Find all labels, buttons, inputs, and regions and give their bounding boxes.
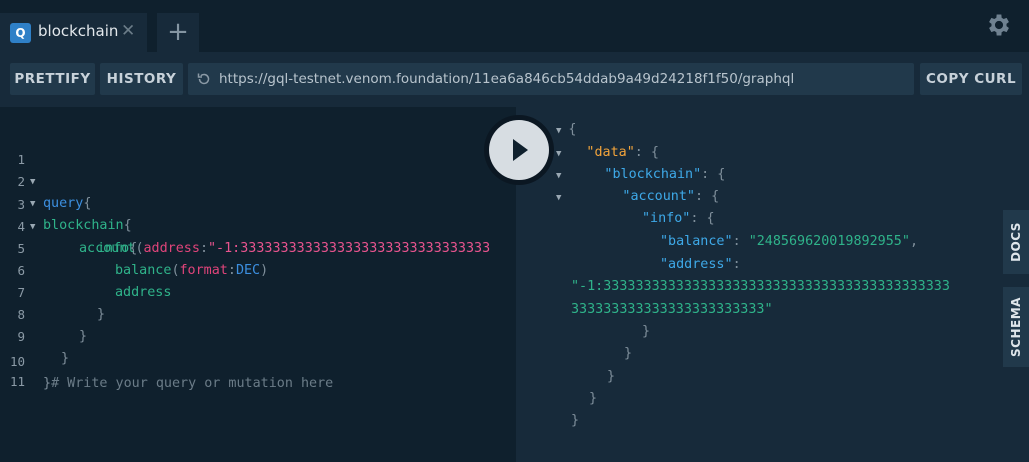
- code-line: 5 balance(format:DEC): [0, 216, 516, 278]
- play-icon: [513, 139, 528, 161]
- code-line: 2 ▼ blockchain{: [0, 149, 516, 233]
- result-line: ▼{: [556, 122, 577, 137]
- query-badge-icon: Q: [10, 23, 31, 43]
- result-line: }: [571, 413, 580, 428]
- result-line: 333333333333333333333333": [571, 299, 773, 321]
- result-viewer: ▼{ ▼ "data": { ▼ "blockchain": { ▼ "account…: [516, 107, 1029, 462]
- prettify-button[interactable]: PRETTIFY: [10, 63, 95, 95]
- tab-title: blockchain: [38, 22, 119, 40]
- key-data: "data": [586, 145, 635, 160]
- code-line: 1 ▼ query{: [0, 127, 516, 211]
- result-line: }: [589, 391, 598, 406]
- key-address: "address": [660, 257, 733, 272]
- fold-arrow-icon[interactable]: ▼: [556, 126, 561, 136]
- result-line: }: [642, 324, 651, 339]
- gear-icon[interactable]: [985, 11, 1013, 39]
- tab-blockchain[interactable]: Q blockchain ✕: [0, 13, 147, 52]
- key-info: "info": [642, 211, 691, 226]
- tab-bar: Q blockchain ✕ +: [0, 0, 1029, 52]
- close-icon[interactable]: ✕: [121, 21, 135, 41]
- endpoint-url: https://gql-testnet.venom.foundation/11e…: [219, 71, 795, 87]
- schema-tab[interactable]: SCHEMA: [1003, 287, 1029, 367]
- fold-arrow-icon[interactable]: ▼: [556, 149, 561, 159]
- schema-label: SCHEMA: [1009, 297, 1023, 357]
- execute-button-face: [489, 120, 549, 180]
- fold-arrow-icon[interactable]: ▼: [556, 171, 561, 181]
- balance-value: "248569620019892955": [748, 234, 910, 249]
- result-line: ▼ "data": {: [556, 145, 659, 160]
- result-line: "address":: [660, 257, 741, 272]
- fold-arrow-icon[interactable]: ▼: [556, 193, 561, 203]
- address-value-part1: "-1:333333333333333333333333333333333333…: [571, 279, 950, 294]
- result-line: "balance": "248569620019892955",: [660, 234, 918, 249]
- history-button[interactable]: HISTORY: [100, 63, 183, 95]
- code-line: 10 }# Write your query or mutation here: [0, 329, 516, 391]
- plus-icon: +: [167, 17, 189, 47]
- key-blockchain: "blockchain": [604, 167, 702, 182]
- result-line: ▼ "account": {: [556, 189, 720, 204]
- code-line: 9 }: [0, 304, 516, 366]
- result-line: "info": {: [642, 211, 715, 226]
- docs-label: DOCS: [1009, 222, 1023, 262]
- copy-curl-button[interactable]: COPY CURL: [920, 63, 1022, 95]
- key-account: "account": [622, 189, 695, 204]
- code-line: 8 }: [0, 282, 516, 344]
- code-line: 3 ▼ account(address:"-1:3333333333333333…: [0, 172, 516, 256]
- line-number: 11: [9, 374, 25, 389]
- code-line: 11: [0, 349, 516, 389]
- toolbar: PRETTIFY HISTORY https://gql-testnet.ven…: [0, 52, 1029, 107]
- key-balance: "balance": [660, 234, 733, 249]
- editor-comment: # Write your query or mutation here: [51, 376, 334, 391]
- result-line: "-1:333333333333333333333333333333333333…: [571, 276, 950, 298]
- docs-tab[interactable]: DOCS: [1003, 210, 1029, 274]
- code-line: 6 address: [0, 238, 516, 300]
- reload-icon[interactable]: [196, 71, 212, 87]
- code-line: 7 }: [0, 260, 516, 322]
- endpoint-input[interactable]: https://gql-testnet.venom.foundation/11e…: [188, 63, 914, 95]
- execute-query-button[interactable]: [484, 115, 554, 185]
- result-line: }: [624, 346, 633, 361]
- result-line: ▼ "blockchain": {: [556, 167, 726, 182]
- result-line: }: [607, 369, 616, 384]
- add-tab-button[interactable]: +: [157, 13, 199, 52]
- address-value-part2: 333333333333333333333333": [571, 302, 773, 317]
- code-line: 4 info{: [0, 194, 516, 256]
- query-editor[interactable]: 1 ▼ query{ 2 ▼ blockchain{ 3 ▼ account(a…: [0, 107, 516, 462]
